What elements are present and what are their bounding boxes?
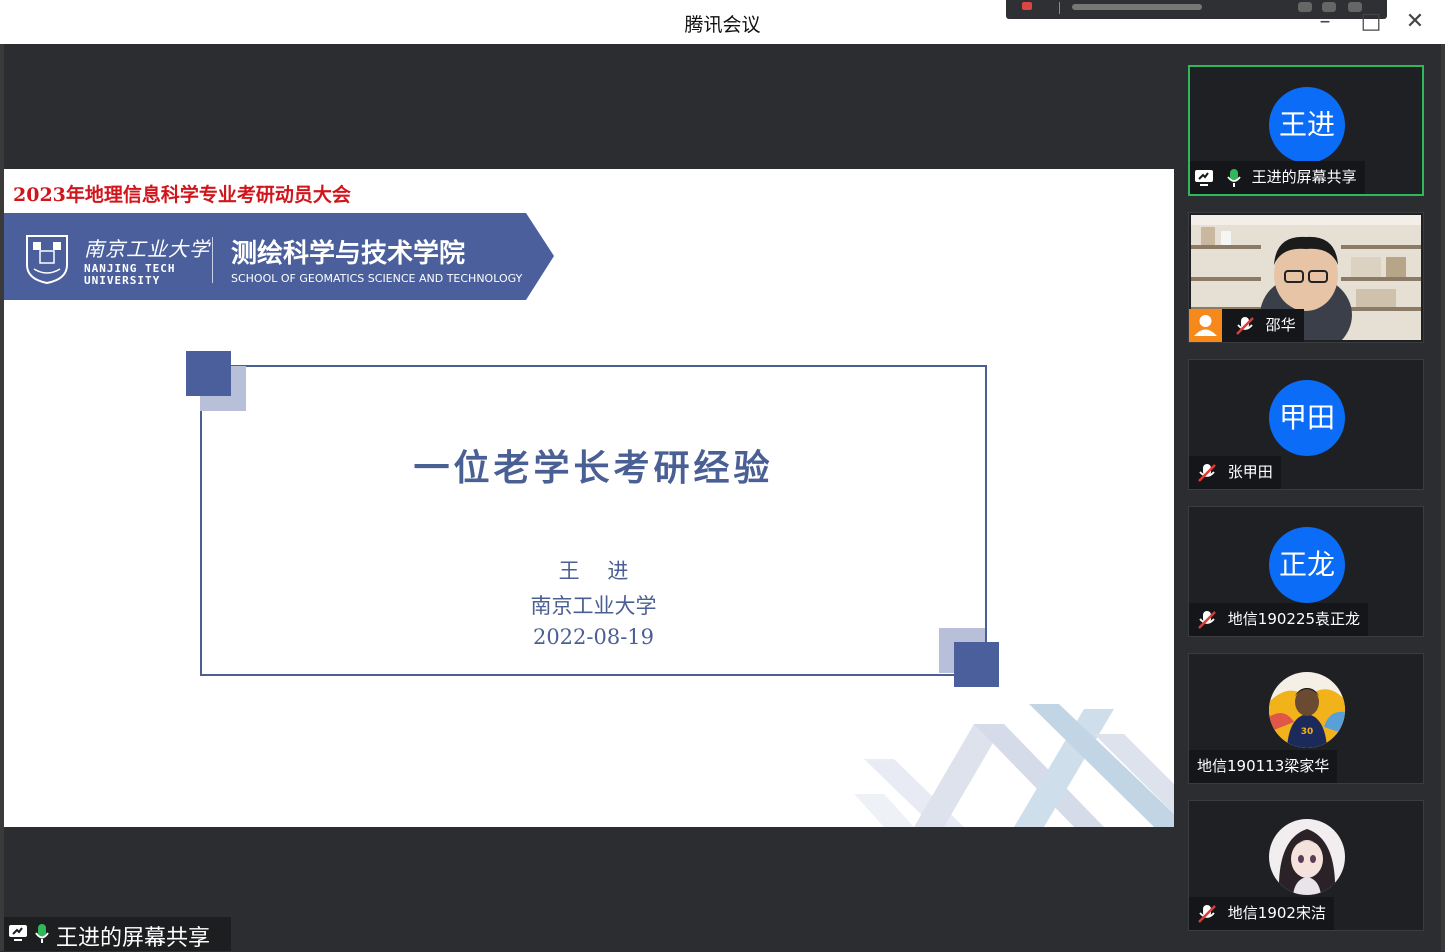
participant-tile[interactable]: 30 地信190113梁家华 [1188,653,1424,784]
participant-tile[interactable]: 地信1902宋洁 [1188,800,1424,931]
institution-name: 南京工业大学 [530,594,657,618]
school-name-en: SCHOOL OF GEOMATICS SCIENCE AND TECHNOLO… [231,272,523,285]
title-bar: 腾讯会议 – □ ✕ [0,0,1445,44]
svg-text:30: 30 [1301,727,1314,737]
screen-share-icon [1195,169,1213,186]
decor-square [186,351,231,396]
participant-label: 地信190225袁正龙 [1189,603,1369,636]
university-name-en-2: UNIVERSITY [84,274,161,287]
participant-tile[interactable]: 王进 王进的屏幕共享 [1188,65,1424,196]
screen-share-icon [9,925,27,941]
participant-name: 王进的屏幕共享 [1251,168,1357,186]
participant-tile[interactable]: 甲田 张甲田 [1188,359,1424,490]
presenter-name: 王 进 [558,559,629,583]
avatar: 正龙 [1269,527,1345,603]
decorative-pattern [854,704,1174,827]
participant-name: 地信190113梁家华 [1197,757,1330,775]
event-title: 2023年地理信息科学专业考研动员大会 [13,184,351,206]
host-badge-icon [1189,309,1222,342]
participant-name: 地信1902宋洁 [1227,904,1326,922]
maximize-icon[interactable]: □ [1356,8,1386,36]
university-emblem-icon [26,235,68,285]
microphone-icon [35,924,49,943]
microphone-icon [1227,168,1241,187]
participant-name: 地信190225袁正龙 [1227,610,1361,628]
participant-tile[interactable]: 邵华 [1188,212,1424,343]
participant-label: 地信190113梁家华 [1189,750,1338,783]
participant-label: 地信1902宋洁 [1189,897,1334,930]
shared-slide: 2023年地理信息科学专业考研动员大会 南京工业大学 NANJING TECH … [4,169,1174,827]
participant-label: 王进的屏幕共享 [1190,161,1365,194]
avatar: 甲田 [1269,380,1345,456]
microphone-muted-icon [1198,463,1216,482]
avatar: 王进 [1269,87,1345,163]
participant-tile[interactable]: 正龙 地信190225袁正龙 [1188,506,1424,637]
screen-share-label: 王进的屏幕共享 [4,917,231,951]
basketball-player-avatar: 30 [1269,672,1345,748]
participant-name: 邵华 [1265,316,1296,334]
participant-label: 邵华 [1189,309,1304,342]
record-icon [1022,2,1032,10]
slide-date: 2022-08-19 [532,625,655,649]
screen-share-text: 王进的屏幕共享 [56,926,211,951]
participant-label: 张甲田 [1189,456,1281,489]
close-icon[interactable]: ✕ [1400,8,1430,36]
school-name-cn: 测绘科学与技术学院 [231,239,466,269]
participant-name: 张甲田 [1227,463,1273,481]
microphone-muted-icon [1198,904,1216,923]
minimize-icon[interactable]: – [1310,8,1340,36]
anime-girl-avatar [1269,819,1345,895]
microphone-muted-icon [1198,610,1216,629]
university-name-cn: 南京工业大学 [84,237,210,261]
slide-title: 一位老学长考研经验 [413,447,774,489]
microphone-muted-icon [1235,316,1254,335]
